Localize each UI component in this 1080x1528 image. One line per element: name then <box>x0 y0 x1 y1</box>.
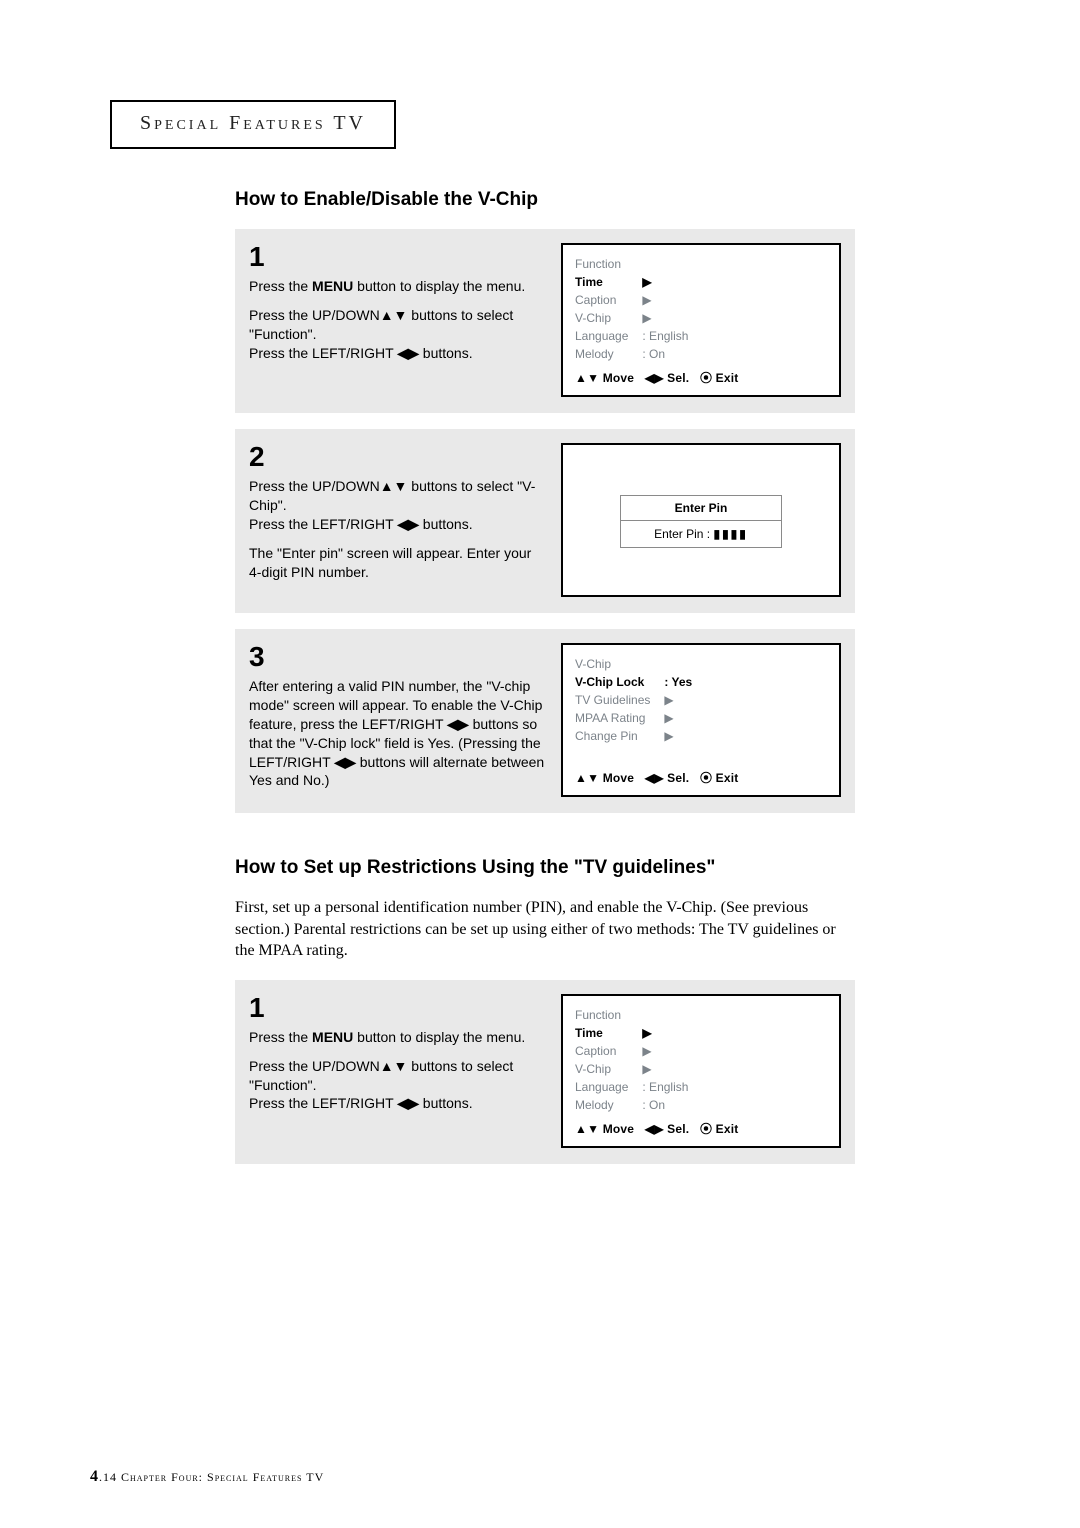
pin-bars-icon: ▮▮▮▮ <box>713 527 747 541</box>
step-2-number: 2 <box>249 443 545 471</box>
enter-pin-box: Enter Pin Enter Pin : ▮▮▮▮ <box>620 495 782 548</box>
left-right-icon: ◀▶ <box>447 716 469 732</box>
menu-word: MENU <box>312 278 353 294</box>
chapter-title-word1: Special <box>140 112 221 134</box>
step-block-2: 2 Press the UP/DOWN▲▼ buttons to select … <box>235 429 855 613</box>
section-b-step-1-tv: Function Time▶ Caption▶ V-Chip▶ Language… <box>561 994 841 1148</box>
step-1-p3: Press the LEFT/RIGHT ◀▶ buttons. <box>249 344 545 363</box>
left-right-icon: ◀▶ <box>397 516 419 532</box>
chapter-title: Special Features TV <box>140 112 366 134</box>
section-b-step-1-p1: Press the MENU button to display the men… <box>249 1028 545 1047</box>
tv-menu-heading: V-Chip <box>575 655 827 673</box>
step-3-number: 3 <box>249 643 545 671</box>
section-b-intro: First, set up a personal identification … <box>235 897 855 962</box>
page-footer: 4.14 Chapter Four: Special Features TV <box>90 1468 324 1486</box>
step-3-paragraph: After entering a valid PIN number, the "… <box>249 677 545 790</box>
tv-footer-hints: ▲▼ Move ◀▶ Sel. ⦿ Exit <box>575 1120 827 1138</box>
chapter-title-word3: TV <box>333 112 366 134</box>
left-right-icon: ◀▶ <box>397 345 419 361</box>
page-footer-label: Chapter Four: Special Features TV <box>121 1470 324 1484</box>
tv-row-time: Time <box>575 273 642 291</box>
tv-menu-table: Time▶ Caption▶ V-Chip▶ Language: English… <box>575 273 688 363</box>
section-b-step-1-p3: Press the LEFT/RIGHT ◀▶ buttons. <box>249 1094 545 1113</box>
hint-move: ▲▼ Move <box>575 1122 634 1136</box>
tv-footer-hints: ▲▼ Move ◀▶ Sel. ⦿ Exit <box>575 769 827 787</box>
tv-footer-hints: ▲▼ Move ◀▶ Sel. ⦿ Exit <box>575 369 827 387</box>
step-block-3: 3 After entering a valid PIN number, the… <box>235 629 855 813</box>
up-down-icon: ▲▼ <box>380 478 408 494</box>
tv-row-lock: V-Chip Lock <box>575 673 664 691</box>
hint-exit: ⦿ Exit <box>700 771 739 785</box>
page: Special Features TV How to Enable/Disabl… <box>0 0 1080 1528</box>
up-down-icon: ▲▼ <box>380 1058 408 1074</box>
tv-row-time: Time <box>575 1024 642 1042</box>
tv-row-mpaa: MPAA Rating <box>575 709 664 727</box>
tv-row-caption: Caption <box>575 1042 642 1060</box>
section-a-heading: How to Enable/Disable the V-Chip <box>235 189 855 211</box>
enter-pin-value-row: Enter Pin : ▮▮▮▮ <box>621 521 781 547</box>
step-1-text: 1 Press the MENU button to display the m… <box>249 243 545 397</box>
hint-sel: ◀▶ Sel. <box>645 771 690 785</box>
step-block-1: 1 Press the MENU button to display the m… <box>235 229 855 413</box>
left-right-icon: ◀▶ <box>334 754 356 770</box>
tv-menu-table: V-Chip Lock: Yes TV Guidelines▶ MPAA Rat… <box>575 673 692 745</box>
hint-sel: ◀▶ Sel. <box>645 371 690 385</box>
tv-menu-heading: Function <box>575 255 827 273</box>
section-b-step-1-number: 1 <box>249 994 545 1022</box>
step-1-p1: Press the MENU button to display the men… <box>249 277 545 296</box>
chapter-title-word2: Features <box>229 112 326 134</box>
section-b-step-1-p2: Press the UP/DOWN▲▼ buttons to select "F… <box>249 1057 545 1095</box>
tv-row-vchip: V-Chip <box>575 1060 642 1078</box>
section-b-heading: How to Set up Restrictions Using the "TV… <box>235 857 855 879</box>
left-right-icon: ◀▶ <box>397 1095 419 1111</box>
tv-row-changepin: Change Pin <box>575 727 664 745</box>
tv-menu-heading: Function <box>575 1006 827 1024</box>
tv-row-caption: Caption <box>575 291 642 309</box>
tv-row-language: Language <box>575 1078 642 1096</box>
step-1-tv: Function Time▶ Caption▶ V-Chip▶ Language… <box>561 243 841 397</box>
step-2-p2: Press the LEFT/RIGHT ◀▶ buttons. <box>249 515 545 534</box>
section-b-step-block-1: 1 Press the MENU button to display the m… <box>235 980 855 1164</box>
hint-move: ▲▼ Move <box>575 771 634 785</box>
hint-exit: ⦿ Exit <box>700 1122 739 1136</box>
enter-pin-title: Enter Pin <box>621 496 781 521</box>
hint-sel: ◀▶ Sel. <box>645 1122 690 1136</box>
tv-row-vchip: V-Chip <box>575 309 642 327</box>
chapter-header-box: Special Features TV <box>110 100 396 149</box>
step-2-p3: The "Enter pin" screen will appear. Ente… <box>249 544 545 582</box>
page-number-main: 4 <box>90 1468 99 1485</box>
step-1-number: 1 <box>249 243 545 271</box>
tv-row-tvguidelines: TV Guidelines <box>575 691 664 709</box>
step-3-text: 3 After entering a valid PIN number, the… <box>249 643 545 797</box>
step-2-p1: Press the UP/DOWN▲▼ buttons to select "V… <box>249 477 545 515</box>
content-column: How to Enable/Disable the V-Chip 1 Press… <box>235 189 855 1164</box>
section-b-step-1-text: 1 Press the MENU button to display the m… <box>249 994 545 1148</box>
tv-menu-table: Time▶ Caption▶ V-Chip▶ Language: English… <box>575 1024 688 1114</box>
tv-row-melody: Melody <box>575 1096 642 1114</box>
hint-move: ▲▼ Move <box>575 371 634 385</box>
step-3-tv: V-Chip V-Chip Lock: Yes TV Guidelines▶ M… <box>561 643 841 797</box>
step-2-tv: Enter Pin Enter Pin : ▮▮▮▮ <box>561 443 841 597</box>
tv-row-melody: Melody <box>575 345 642 363</box>
up-down-icon: ▲▼ <box>380 307 408 323</box>
menu-word: MENU <box>312 1029 353 1045</box>
page-number-sub: .14 <box>99 1470 117 1484</box>
hint-exit: ⦿ Exit <box>700 371 739 385</box>
step-1-p2: Press the UP/DOWN▲▼ buttons to select "F… <box>249 306 545 344</box>
tv-row-language: Language <box>575 327 642 345</box>
step-2-text: 2 Press the UP/DOWN▲▼ buttons to select … <box>249 443 545 597</box>
